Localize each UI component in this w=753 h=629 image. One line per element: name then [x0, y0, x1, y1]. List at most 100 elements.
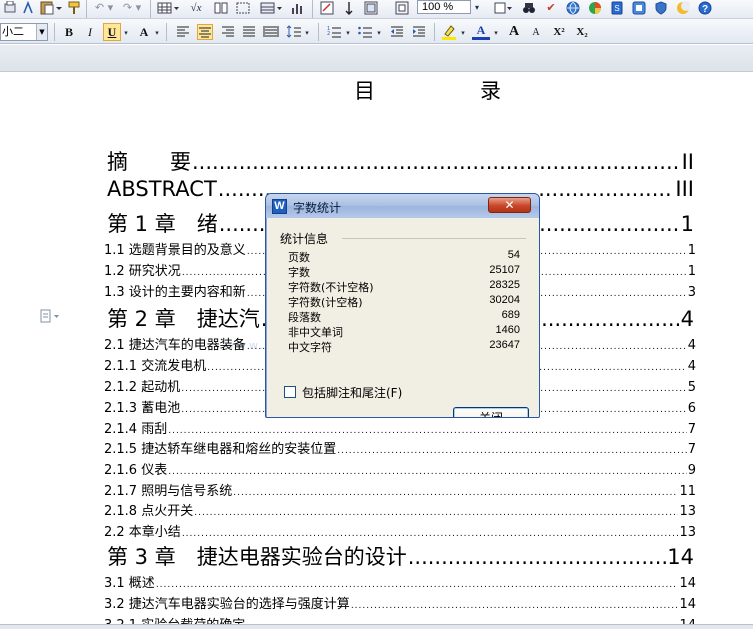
- toc-entry-text: 2.1.7 照明与信号系统: [104, 484, 233, 499]
- decrease-indent-icon[interactable]: [389, 24, 405, 40]
- close-icon[interactable]: ✕: [488, 197, 531, 213]
- toc-entry-text: 1.3 设计的主要内容和新: [104, 285, 246, 300]
- border-icon[interactable]: [234, 0, 252, 16]
- zoom-preview-icon[interactable]: [392, 0, 412, 16]
- line-spacing-dropdown-icon[interactable]: ▾: [303, 25, 311, 41]
- toc-leader-dots: [337, 442, 687, 457]
- align-right-icon[interactable]: [220, 24, 236, 40]
- sort-icon[interactable]: [340, 0, 358, 16]
- justify-icon[interactable]: [241, 24, 257, 40]
- stat-value: 23647: [489, 339, 520, 351]
- undo-icon[interactable]: ↶ ▾: [92, 0, 116, 16]
- toc-entry-text: 2.1.5 捷达轿车继电器和熔丝的安装位置: [104, 442, 337, 457]
- toc-section-entry[interactable]: 2.2 本章小结 13: [104, 521, 696, 540]
- grow-font-button[interactable]: A: [505, 23, 523, 41]
- formula-icon[interactable]: √x: [184, 0, 208, 16]
- toc-section-entry[interactable]: 2.1.4 雨刮 7: [104, 418, 696, 437]
- increase-indent-icon[interactable]: [411, 24, 427, 40]
- toc-section-entry[interactable]: 2.1.7 照明与信号系统 11: [104, 480, 696, 499]
- read-mode-icon[interactable]: [492, 0, 514, 16]
- standard-toolbar: ↶ ▾ ↷ ▾ √x 100 % ▾ ✔ S ?: [0, 0, 753, 19]
- font-size-value: 小二: [2, 25, 24, 38]
- toc-page-number: 1: [687, 264, 696, 279]
- print-preview-icon[interactable]: [2, 0, 18, 16]
- zoom-dropdown-icon[interactable]: ▾: [472, 0, 482, 16]
- paste-icon[interactable]: [38, 0, 64, 16]
- color-wheel-icon[interactable]: [586, 0, 604, 16]
- toc-entry-text: 3.1 概述: [104, 576, 155, 591]
- font-color-button[interactable]: A: [472, 23, 490, 40]
- columns-icon[interactable]: [212, 0, 230, 16]
- bullets-dropdown-icon[interactable]: ▾: [375, 25, 383, 41]
- bold-button[interactable]: B: [60, 23, 78, 41]
- toc-chapter-entry[interactable]: 第 3 章 捷达电器实验台的设计 14: [107, 541, 694, 571]
- spell-check-icon[interactable]: [22, 0, 36, 16]
- character-shading-button[interactable]: A: [135, 23, 153, 41]
- redo-icon[interactable]: ↷ ▾: [120, 0, 144, 16]
- dialog-titlebar[interactable]: W 字数统计 ✕: [266, 194, 539, 218]
- toc-entry-text: 第 1 章 绪: [107, 212, 218, 236]
- group-divider: [342, 238, 526, 239]
- numbering-dropdown-icon[interactable]: ▾: [344, 25, 352, 41]
- extension-icon[interactable]: [630, 0, 648, 16]
- stat-value: 30204: [489, 294, 520, 306]
- toc-entry-text: 第 3 章 捷达电器实验台的设计: [107, 545, 407, 569]
- svg-text:2: 2: [327, 31, 330, 37]
- underline-button[interactable]: U: [103, 23, 121, 41]
- include-footnotes-checkbox[interactable]: [284, 386, 296, 398]
- toc-section-entry[interactable]: 2.1.6 仪表 9: [104, 459, 696, 478]
- moon-icon[interactable]: [674, 0, 692, 16]
- paragraph-marker-icon[interactable]: [38, 308, 64, 324]
- toc-entry-text: 2.1.8 点火开关: [104, 504, 194, 519]
- toc-entry-text: 2.1.6 仪表: [104, 463, 168, 478]
- toc-entry-text: 1.2 研究状况: [104, 264, 181, 279]
- include-footnotes-label[interactable]: 包括脚注和尾注(F): [302, 384, 402, 401]
- zoom-select[interactable]: 100 %: [417, 0, 471, 14]
- bullets-icon[interactable]: [357, 24, 373, 40]
- align-center-icon[interactable]: [197, 24, 213, 40]
- stat-row: 字数 25107: [288, 264, 528, 279]
- toc-chapter-entry[interactable]: 摘 要 II: [107, 146, 694, 176]
- stat-value: 689: [501, 309, 520, 321]
- svg-text:?: ?: [702, 4, 708, 15]
- subscript-button[interactable]: X₂: [572, 23, 592, 41]
- stat-value: 25107: [489, 264, 520, 276]
- toc-leader-dots: [233, 484, 678, 499]
- drawing-icon[interactable]: [318, 0, 336, 16]
- font-color-dropdown-icon[interactable]: ▾: [492, 25, 500, 41]
- superscript-button[interactable]: X²: [549, 23, 569, 41]
- chart-icon[interactable]: [288, 0, 306, 16]
- binoculars-icon[interactable]: [520, 0, 538, 16]
- align-left-icon[interactable]: [175, 24, 191, 40]
- distributed-align-icon[interactable]: [263, 24, 279, 40]
- font-size-select[interactable]: 小二 ▼: [0, 23, 48, 41]
- help-icon[interactable]: ?: [696, 0, 714, 16]
- chevron-down-icon[interactable]: ▼: [36, 24, 47, 40]
- highlight-icon[interactable]: [441, 24, 457, 40]
- numbering-icon[interactable]: 12: [326, 24, 342, 40]
- toc-entry-text: ABSTRACT: [107, 177, 217, 201]
- toc-page-number: 11: [679, 484, 696, 499]
- table-icon[interactable]: [258, 0, 284, 16]
- highlight-dropdown-icon[interactable]: ▾: [459, 25, 467, 41]
- underline-dropdown-icon[interactable]: ▾: [122, 25, 130, 41]
- toc-section-entry[interactable]: 3.1 概述 14: [104, 572, 696, 591]
- checkmark-icon[interactable]: ✔: [542, 0, 560, 16]
- toc-entry-text: 1.1 选题背景目的及意义: [104, 243, 246, 258]
- insert-table-icon[interactable]: [156, 0, 180, 16]
- show-hide-icon[interactable]: [362, 0, 380, 16]
- italic-button[interactable]: I: [81, 23, 99, 41]
- toc-page-number: 1: [680, 212, 694, 236]
- shield-icon[interactable]: [652, 0, 670, 16]
- close-button[interactable]: 关闭: [453, 407, 529, 417]
- format-painter-icon[interactable]: [66, 0, 82, 16]
- globe-icon[interactable]: [564, 0, 582, 16]
- toc-section-entry[interactable]: 2.1.5 捷达轿车继电器和熔丝的安装位置 7: [104, 438, 696, 457]
- toc-section-entry[interactable]: 2.1.8 点火开关 13: [104, 500, 696, 519]
- toc-section-entry[interactable]: 3.2 捷达汽车电器实验台的选择与强度计算 14: [104, 593, 696, 612]
- line-spacing-icon[interactable]: [286, 24, 302, 40]
- shading-dropdown-icon[interactable]: ▾: [153, 25, 161, 41]
- toc-entry-text: 2.1.3 蓄电池: [104, 401, 181, 416]
- help-book-icon[interactable]: S: [608, 0, 626, 16]
- shrink-font-button[interactable]: A: [527, 23, 545, 41]
